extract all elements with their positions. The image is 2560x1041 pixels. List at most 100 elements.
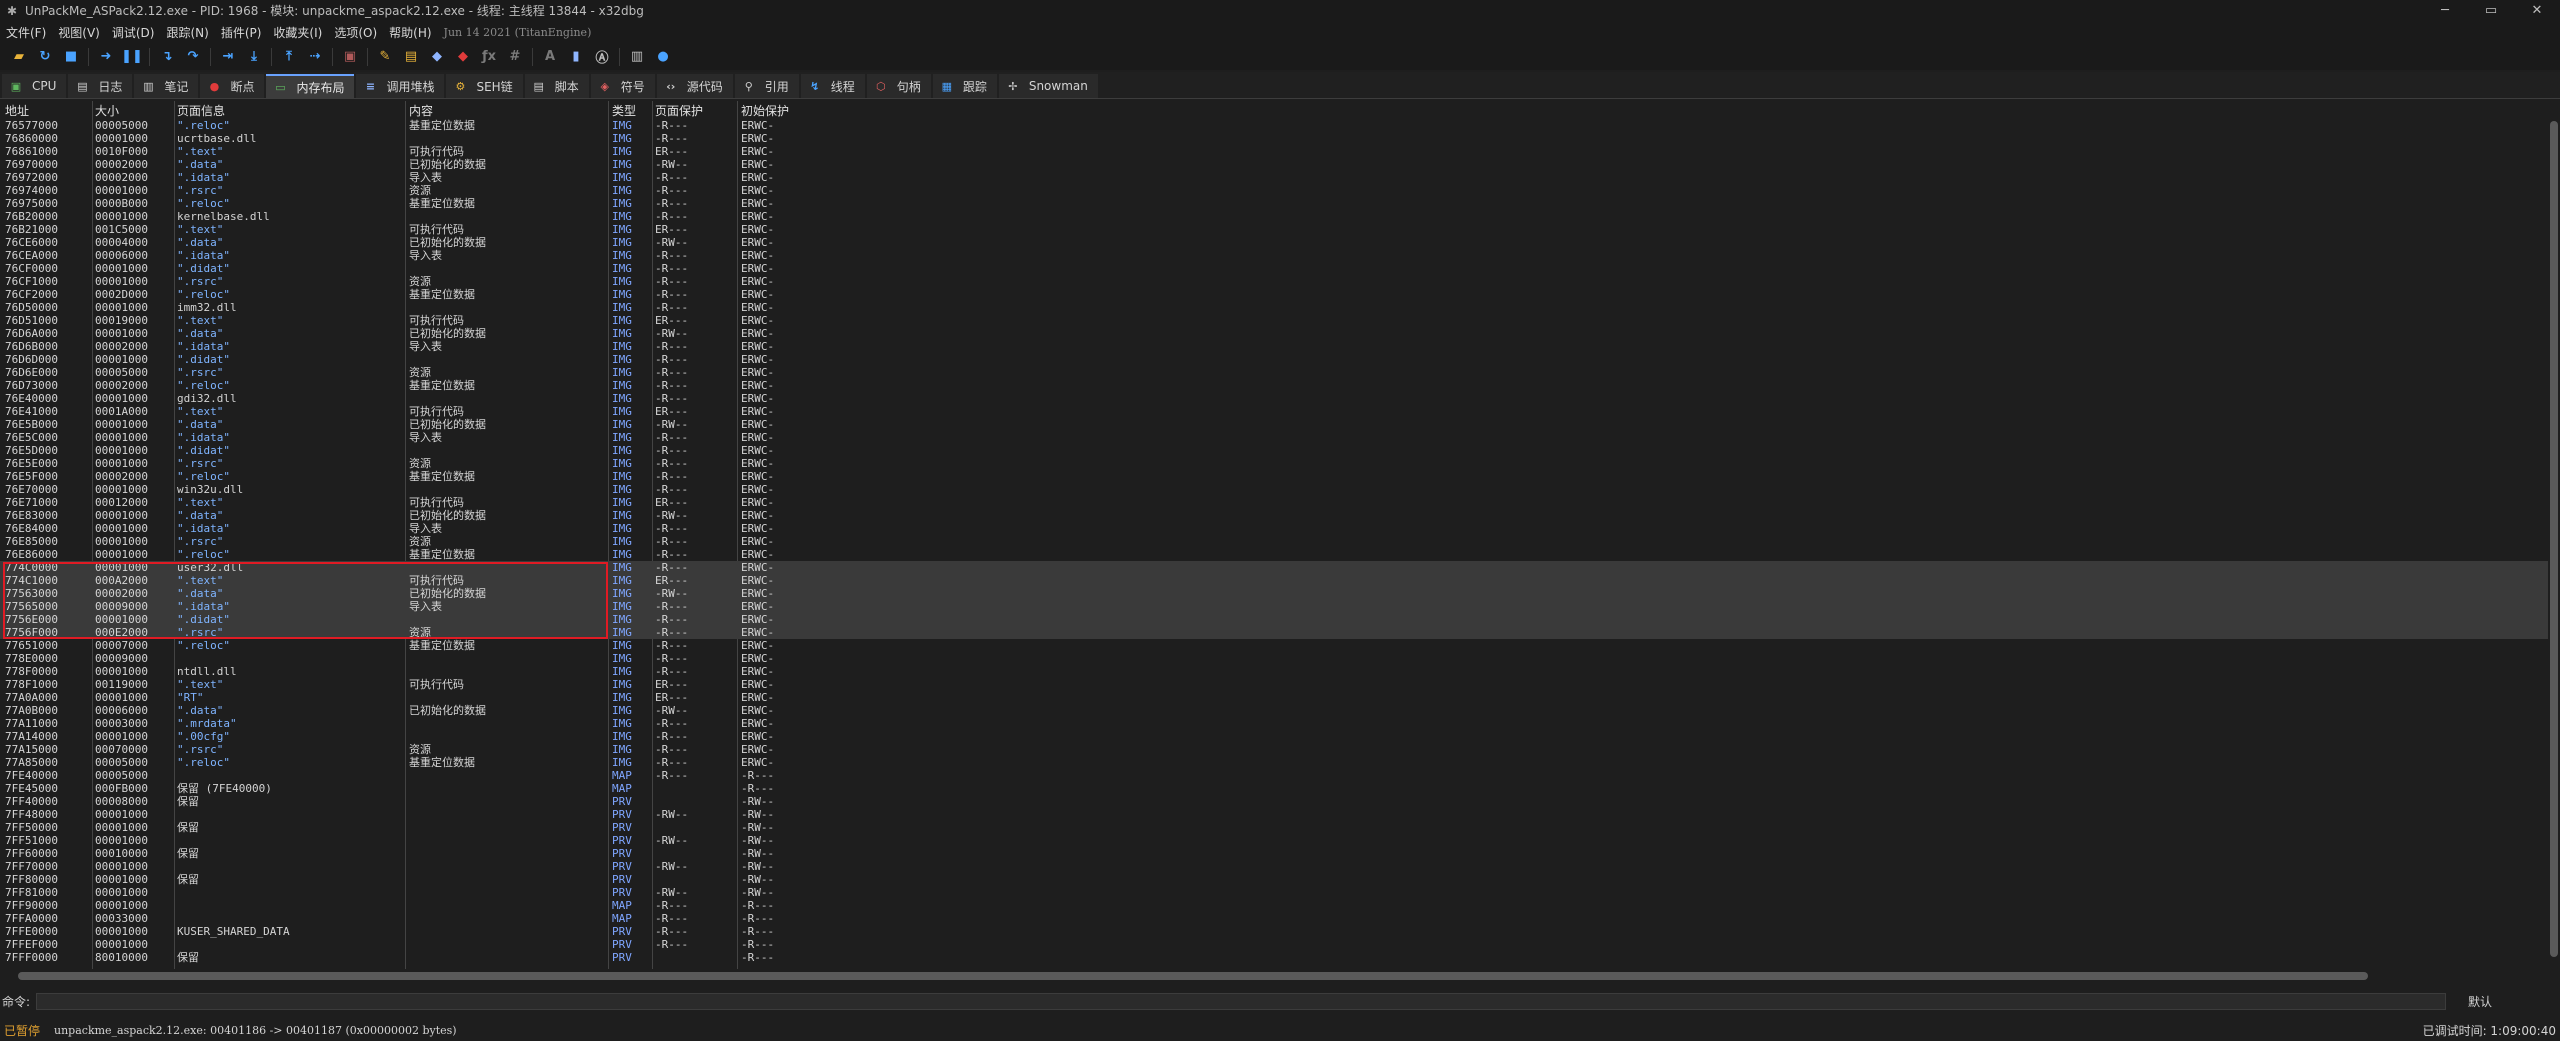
table-row[interactable]: 7FF51000 00001000 PRV -RW-- -RW-- <box>0 834 2548 847</box>
command-input[interactable] <box>36 992 2447 1010</box>
tab-handles[interactable]: ⬡ 句柄 <box>866 74 931 98</box>
table-row[interactable]: 76CF0000 00001000 ".didat" IMG -R--- ERWC- <box>0 262 2548 275</box>
table-row[interactable]: 7FF90000 00001000 MAP -R--- -R--- <box>0 899 2548 912</box>
command-mode-select[interactable]: 默认 <box>2468 993 2492 1010</box>
table-row[interactable]: 76970000 00002000 ".data" 已初始化的数据 IMG -RW-- ER… <box>0 158 2548 171</box>
step-over-icon[interactable]: ↷ <box>180 46 206 68</box>
table-row[interactable]: 778E0000 00009000 IMG -R--- ERWC- <box>0 652 2548 665</box>
maximize-icon[interactable]: ▭ <box>2468 0 2514 21</box>
tab-references[interactable]: ⚲ 引用 <box>734 74 799 98</box>
table-row[interactable]: 76860000 00001000 ucrtbase.dll IMG -R--- ERWC… <box>0 132 2548 145</box>
script-icon[interactable]: ▣ <box>337 46 363 68</box>
table-row[interactable]: 7756F000 000E2000 ".rsrc" 资源 IMG -R--- ERWC- <box>0 626 2548 639</box>
table-row[interactable]: 76E84000 00001000 ".idata" 导入表 IMG -R--- ERWC- <box>0 522 2548 535</box>
menu-trace[interactable]: 跟踪(N) <box>160 24 214 41</box>
label-icon[interactable]: ▤ <box>398 46 424 68</box>
table-row[interactable]: 76D50000 00001000 imm32.dll IMG -R--- ERWC- <box>0 301 2548 314</box>
table-row[interactable]: 76E83000 00001000 ".data" 已初始化的数据 IMG -RW-- ER… <box>0 509 2548 522</box>
table-row[interactable]: 7FFF0000 80010000 保留 PRV -R--- <box>0 951 2548 964</box>
table-row[interactable]: 76D6B000 00002000 ".idata" 导入表 IMG -R--- ERWC- <box>0 340 2548 353</box>
vertical-scrollbar[interactable] <box>2548 101 2560 969</box>
trace-over-icon[interactable]: ⤓ <box>241 46 267 68</box>
tab-snowman[interactable]: ✢ Snowman <box>998 74 1098 98</box>
table-row[interactable]: 76975000 0000B000 ".reloc" 基重定位数据 IMG -R--- ER… <box>0 197 2548 210</box>
tab-source[interactable]: ‹› 源代码 <box>656 74 733 98</box>
table-row[interactable]: 77A0B000 00006000 ".data" 已初始化的数据 IMG -RW-- ER… <box>0 704 2548 717</box>
table-row[interactable]: 7FF81000 00001000 PRV -RW-- -RW-- <box>0 886 2548 899</box>
table-row[interactable]: 76D6A000 00001000 ".data" 已初始化的数据 IMG -RW-- ER… <box>0 327 2548 340</box>
header-protection[interactable]: 页面保护 <box>655 103 703 119</box>
table-row[interactable]: 7FF60000 00010000 保留 PRV -RW-- <box>0 847 2548 860</box>
tab-breakpoint[interactable]: ● 断点 <box>200 74 265 98</box>
hash-icon[interactable]: # <box>502 46 528 68</box>
menu-view[interactable]: 视图(V) <box>52 24 106 41</box>
table-row[interactable]: 7FF48000 00001000 PRV -RW-- -RW-- <box>0 808 2548 821</box>
table-row[interactable]: 7FFA0000 00033000 MAP -R--- -R--- <box>0 912 2548 925</box>
minimize-icon[interactable]: ─ <box>2422 0 2468 21</box>
table-row[interactable]: 76CEA000 00006000 ".idata" 导入表 IMG -R--- ERWC- <box>0 249 2548 262</box>
table-row[interactable]: 76974000 00001000 ".rsrc" 资源 IMG -R--- ERWC- <box>0 184 2548 197</box>
function-icon[interactable]: ◆ <box>450 46 476 68</box>
table-row[interactable]: 76B21000 001C5000 ".text" 可执行代码 IMG ER--- ERWC… <box>0 223 2548 236</box>
table-row[interactable]: 76D73000 00002000 ".reloc" 基重定位数据 IMG -R--- ER… <box>0 379 2548 392</box>
table-row[interactable]: 774C1000 000A2000 ".text" 可执行代码 IMG ER--- ERWC… <box>0 574 2548 587</box>
menu-debug[interactable]: 调试(D) <box>106 24 161 41</box>
tab-notes[interactable]: ▥ 笔记 <box>134 74 199 98</box>
table-row[interactable]: 778F1000 00119000 ".text" 可执行代码 IMG ER--- ERWC… <box>0 678 2548 691</box>
table-row[interactable]: 7FF40000 00008000 保留 PRV -RW-- <box>0 795 2548 808</box>
table-row[interactable]: 76CF2000 0002D000 ".reloc" 基重定位数据 IMG -R--- ER… <box>0 288 2548 301</box>
scrollbar-thumb[interactable] <box>18 972 2368 980</box>
tab-call-stack[interactable]: ≡ 调用堆栈 <box>356 74 445 98</box>
table-row[interactable]: 76E5C000 00001000 ".idata" 导入表 IMG -R--- ERWC- <box>0 431 2548 444</box>
tab-threads[interactable]: ↯ 线程 <box>800 74 865 98</box>
table-row[interactable]: 77A85000 00005000 ".reloc" 基重定位数据 IMG -R--- ER… <box>0 756 2548 769</box>
close-icon[interactable]: ✕ <box>2514 0 2560 21</box>
run-to-user-code-icon[interactable]: ⇢ <box>302 46 328 68</box>
menu-file[interactable]: 文件(F) <box>0 24 52 41</box>
table-row[interactable]: 76E40000 00001000 gdi32.dll IMG -R--- ERWC- <box>0 392 2548 405</box>
trace-into-icon[interactable]: ⇥ <box>215 46 241 68</box>
table-row[interactable]: 7FF70000 00001000 PRV -RW-- -RW-- <box>0 860 2548 873</box>
notes-icon[interactable]: ▥ <box>624 46 650 68</box>
restart-icon[interactable]: ↻ <box>32 46 58 68</box>
table-row[interactable]: 77A14000 00001000 ".00cfg" IMG -R--- ERWC- <box>0 730 2548 743</box>
header-content[interactable]: 内容 <box>409 103 433 119</box>
menu-favourites[interactable]: 收藏夹(I) <box>267 24 328 41</box>
stop-icon[interactable]: ■ <box>58 46 84 68</box>
open-icon[interactable]: ▰ <box>6 46 32 68</box>
table-row[interactable]: 7FF80000 00001000 保留 PRV -RW-- <box>0 873 2548 886</box>
header-page-info[interactable]: 页面信息 <box>177 103 225 119</box>
table-row[interactable]: 76D6E000 00005000 ".rsrc" 资源 IMG -R--- ERWC- <box>0 366 2548 379</box>
table-row[interactable]: 7FFE0000 00001000 KUSER_SHARED_DATA PRV -R--… <box>0 925 2548 938</box>
tab-script[interactable]: ▤ 脚本 <box>524 74 589 98</box>
table-row[interactable]: 76E70000 00001000 win32u.dll IMG -R--- ERWC- <box>0 483 2548 496</box>
table-row[interactable]: 76E85000 00001000 ".rsrc" 资源 IMG -R--- ERWC- <box>0 535 2548 548</box>
pause-icon[interactable]: ❚❚ <box>119 46 145 68</box>
execute-till-return-icon[interactable]: ⤒ <box>276 46 302 68</box>
menu-plugins[interactable]: 插件(P) <box>215 24 268 41</box>
font-icon[interactable]: A <box>537 46 563 68</box>
table-row[interactable]: 77565000 00009000 ".idata" 导入表 IMG -R--- ERWC- <box>0 600 2548 613</box>
horizontal-scrollbar[interactable] <box>0 969 2560 983</box>
table-row[interactable]: 76D6D000 00001000 ".didat" IMG -R--- ERWC- <box>0 353 2548 366</box>
header-size[interactable]: 大小 <box>95 103 119 119</box>
comment-icon[interactable]: ✎ <box>372 46 398 68</box>
table-row[interactable]: 76E5B000 00001000 ".data" 已初始化的数据 IMG -RW-- ER… <box>0 418 2548 431</box>
bookmark-icon[interactable]: ◆ <box>424 46 450 68</box>
table-row[interactable]: 76E5D000 00001000 ".didat" IMG -R--- ERWC- <box>0 444 2548 457</box>
table-row[interactable]: 76B20000 00001000 kernelbase.dll IMG -R--- ER… <box>0 210 2548 223</box>
step-into-icon[interactable]: ↴ <box>154 46 180 68</box>
table-row[interactable]: 76E5F000 00002000 ".reloc" 基重定位数据 IMG -R--- ER… <box>0 470 2548 483</box>
menu-help[interactable]: 帮助(H) <box>383 24 437 41</box>
table-row[interactable]: 76E5E000 00001000 ".rsrc" 资源 IMG -R--- ERWC- <box>0 457 2548 470</box>
table-row[interactable]: 7FF50000 00001000 保留 PRV -RW-- <box>0 821 2548 834</box>
table-row[interactable]: 77A11000 00003000 ".mrdata" IMG -R--- ERWC- <box>0 717 2548 730</box>
table-row[interactable]: 77563000 00002000 ".data" 已初始化的数据 IMG -RW-- ER… <box>0 587 2548 600</box>
table-row[interactable]: 77A0A000 00001000 "RT" IMG ER--- ERWC- <box>0 691 2548 704</box>
strings-icon[interactable]: Ⓐ <box>589 46 615 68</box>
tab-memory-map[interactable]: ▭ 内存布局 <box>266 74 355 98</box>
table-row[interactable]: 76CE6000 00004000 ".data" 已初始化的数据 IMG -RW-- ER… <box>0 236 2548 249</box>
help-icon[interactable]: ● <box>650 46 676 68</box>
header-initial-protection[interactable]: 初始保护 <box>741 103 789 119</box>
table-row[interactable]: 76E41000 0001A000 ".text" 可执行代码 IMG ER--- ERWC… <box>0 405 2548 418</box>
